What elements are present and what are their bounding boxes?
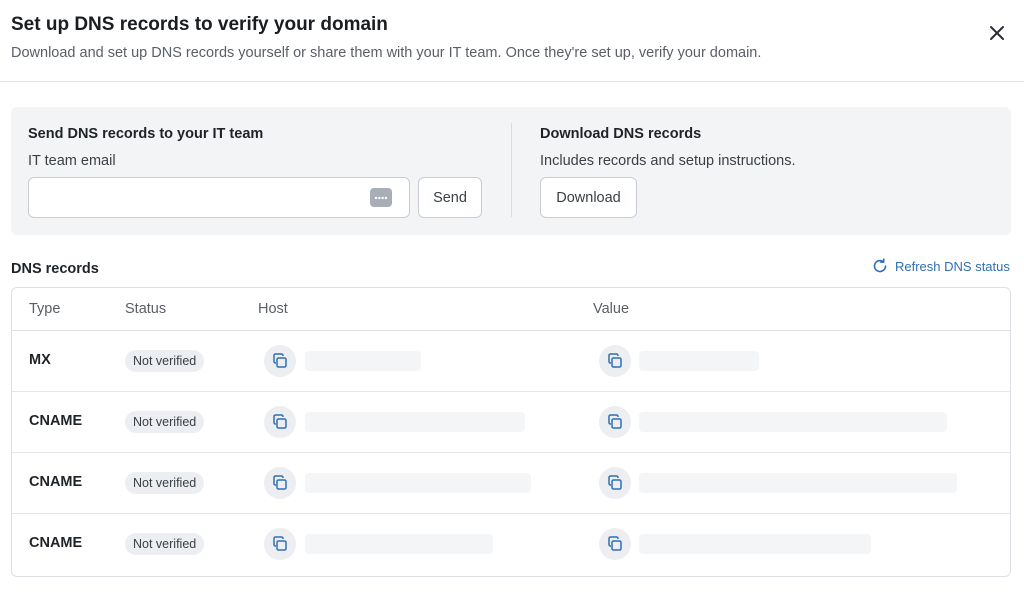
close-icon [990,26,1004,40]
copy-icon [273,414,287,429]
copy-icon [273,536,287,551]
copy-host-button[interactable] [264,345,296,377]
record-value-placeholder [639,351,759,371]
table-row: MX Not verified [12,331,1010,392]
send-section-title: Send DNS records to your IT team [28,126,264,142]
password-manager-icon[interactable] [370,188,392,207]
copy-value-button[interactable] [599,345,631,377]
column-header-value: Value [593,301,630,317]
dialog-title: Set up DNS records to verify your domain [11,14,388,35]
send-button[interactable]: Send [418,177,482,218]
refresh-icon [873,258,887,273]
copy-host-button[interactable] [264,406,296,438]
copy-icon [273,475,287,490]
host-value-placeholder [305,351,421,371]
status-badge: Not verified [125,411,205,433]
column-header-status: Status [125,301,167,317]
copy-value-button[interactable] [599,528,631,560]
table-row: CNAME Not verified [12,392,1010,453]
table-row: CNAME Not verified [12,514,1010,575]
copy-icon [608,353,622,368]
dialog-subtitle: Download and set up DNS records yourself… [11,45,762,61]
refresh-label: Refresh DNS status [895,258,1010,274]
copy-icon [273,353,287,368]
record-type: MX [29,352,51,368]
copy-host-button[interactable] [264,467,296,499]
email-label: IT team email [28,153,116,169]
host-value-placeholder [305,412,525,432]
status-badge: Not verified [125,472,205,494]
it-email-field[interactable] [28,177,410,218]
status-badge: Not verified [125,533,205,555]
download-section-title: Download DNS records [540,126,702,142]
it-email-input[interactable] [29,178,349,216]
record-value-placeholder [639,412,947,432]
record-type: CNAME [29,535,83,551]
column-header-type: Type [29,301,61,317]
host-value-placeholder [305,534,493,554]
share-download-panel: Send DNS records to your IT team IT team… [11,107,1011,235]
refresh-dns-status-link[interactable]: Refresh DNS status [872,258,1010,274]
dns-records-title: DNS records [11,261,99,277]
copy-value-button[interactable] [599,406,631,438]
record-value-placeholder [639,473,957,493]
table-header: Type Status Host Value [12,288,1010,331]
table-row: CNAME Not verified [12,453,1010,514]
record-type: CNAME [29,413,83,429]
dialog-header: Set up DNS records to verify your domain… [0,0,1024,82]
panel-divider [511,123,512,217]
record-type: CNAME [29,474,83,490]
copy-icon [608,536,622,551]
close-button[interactable] [984,20,1010,46]
download-description: Includes records and setup instructions. [540,153,796,169]
status-badge: Not verified [125,350,205,372]
copy-value-button[interactable] [599,467,631,499]
host-value-placeholder [305,473,531,493]
copy-icon [608,414,622,429]
dns-records-table: Type Status Host Value MX Not verified C… [11,287,1011,577]
copy-icon [608,475,622,490]
download-button[interactable]: Download [540,177,637,218]
column-header-host: Host [258,301,288,317]
copy-host-button[interactable] [264,528,296,560]
record-value-placeholder [639,534,871,554]
